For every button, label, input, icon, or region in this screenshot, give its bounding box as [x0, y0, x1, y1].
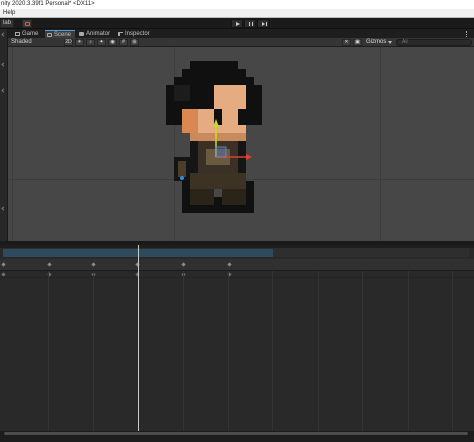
left-dock-strip — [0, 29, 8, 241]
pause-icon — [249, 22, 253, 26]
scene-view[interactable] — [8, 47, 474, 241]
timeline-gridline — [408, 271, 409, 431]
hidden-objects-icon[interactable]: ◉ — [108, 39, 117, 46]
play-icon — [236, 22, 240, 26]
step-button[interactable] — [257, 19, 269, 28]
menu-item-help[interactable]: Help — [3, 10, 15, 16]
gizmos-dropdown[interactable]: Gizmos — [366, 39, 396, 46]
timeline-gridline — [362, 271, 363, 431]
inspector-icon — [118, 32, 123, 36]
effects-toggle-icon[interactable]: ✦ — [97, 39, 106, 46]
gizmos-label: Gizmos — [366, 39, 387, 45]
menu-bar: Help — [0, 9, 474, 18]
scene-search-input[interactable]: All — [396, 39, 472, 46]
keyframe-summary-row — [0, 259, 474, 271]
animation-timeline[interactable] — [0, 245, 474, 442]
snap-toggle-icon[interactable]: ⊞ — [130, 39, 139, 46]
grid-line — [12, 47, 13, 241]
cloud-button[interactable] — [22, 19, 32, 28]
cloud-icon — [25, 22, 30, 26]
scene-toolbar: Shaded 2D ☀ ♪ ✦ ◉ # ⊞ ✕ ▣ Gizmos All — [8, 38, 474, 47]
main-toolbar: lab — [0, 18, 474, 29]
character-sprite[interactable] — [166, 61, 268, 225]
play-button[interactable] — [231, 19, 243, 28]
tab-inspector[interactable]: Inspector — [116, 30, 154, 38]
timeline-gridline — [228, 271, 229, 431]
tab-game[interactable]: Game — [13, 30, 43, 38]
timeline-playhead[interactable] — [138, 245, 139, 432]
audio-toggle-icon[interactable]: ♪ — [86, 39, 95, 46]
status-bar — [0, 436, 474, 442]
timeline-gridline — [272, 271, 273, 431]
camera-icon[interactable]: ▣ — [353, 39, 362, 46]
chevron-icon — [1, 62, 6, 67]
view-tab-bar: Game Scene Animator Inspector — [8, 29, 474, 38]
timeline-gridline — [93, 271, 94, 431]
tab-animator[interactable]: Animator — [77, 30, 114, 38]
animator-icon — [79, 32, 84, 36]
keyframe-row — [0, 272, 474, 278]
chevron-down-icon — [388, 41, 392, 44]
keyframe[interactable] — [181, 262, 186, 267]
tools-icon[interactable]: ✕ — [342, 39, 351, 46]
pause-button[interactable] — [244, 19, 256, 28]
tab-menu-icon[interactable] — [466, 31, 469, 37]
tab-scene[interactable]: Scene — [45, 30, 75, 38]
chevron-icon — [1, 206, 6, 211]
timeline-gridline — [183, 271, 184, 431]
keyframe[interactable] — [227, 262, 232, 267]
timeline-ruler[interactable] — [3, 248, 469, 257]
window-title-bar: nity 2020.3.39f1 Personal* <DX11> — [0, 0, 474, 9]
keyframe[interactable] — [47, 262, 52, 267]
window-title: nity 2020.3.39f1 Personal* <DX11> — [1, 1, 95, 7]
lighting-toggle-icon[interactable]: ☀ — [75, 39, 84, 46]
keyframe[interactable] — [1, 272, 6, 277]
mode-2d-toggle[interactable]: 2D — [64, 39, 73, 46]
tab-label: Animator — [86, 31, 111, 37]
game-icon — [15, 32, 20, 36]
tab-label: Inspector — [125, 31, 150, 37]
grid-toggle-icon[interactable]: # — [119, 39, 128, 46]
chevron-icon — [1, 88, 6, 93]
keyframe[interactable] — [1, 262, 6, 267]
keyframe[interactable] — [91, 262, 96, 267]
chevron-icon — [1, 32, 6, 37]
shading-mode-dropdown[interactable]: Shaded — [11, 39, 32, 46]
scene-icon — [47, 33, 52, 37]
collab-button[interactable]: lab — [0, 19, 15, 28]
timeline-gridline — [318, 271, 319, 431]
grid-line — [380, 47, 381, 241]
timeline-gridline — [452, 271, 453, 431]
tab-label: Game — [22, 31, 39, 37]
timeline-gridline — [48, 271, 49, 431]
step-icon — [262, 22, 265, 26]
scrollbar-thumb[interactable] — [4, 432, 468, 435]
